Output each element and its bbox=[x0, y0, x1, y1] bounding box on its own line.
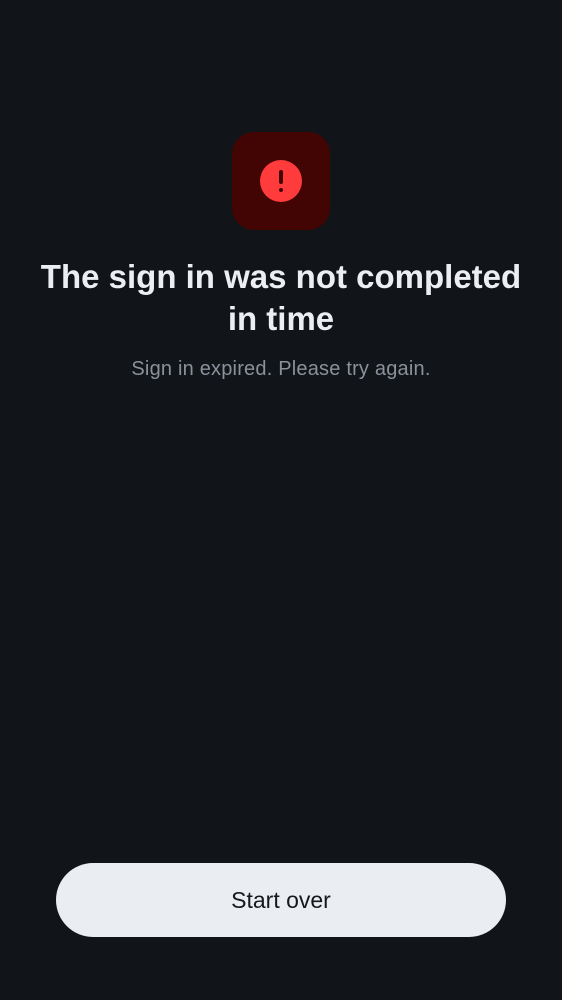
sign-in-expired-screen: The sign in was not completed in time Si… bbox=[0, 0, 562, 1000]
error-status-tile bbox=[232, 132, 330, 230]
page-subtitle: Sign in expired. Please try again. bbox=[131, 358, 431, 380]
error-exclamation-icon bbox=[260, 160, 302, 202]
page-title: The sign in was not completed in time bbox=[40, 258, 522, 337]
start-over-button[interactable]: Start over bbox=[56, 863, 506, 937]
exclamation-dot bbox=[279, 188, 283, 192]
exclamation-bar bbox=[279, 170, 283, 184]
